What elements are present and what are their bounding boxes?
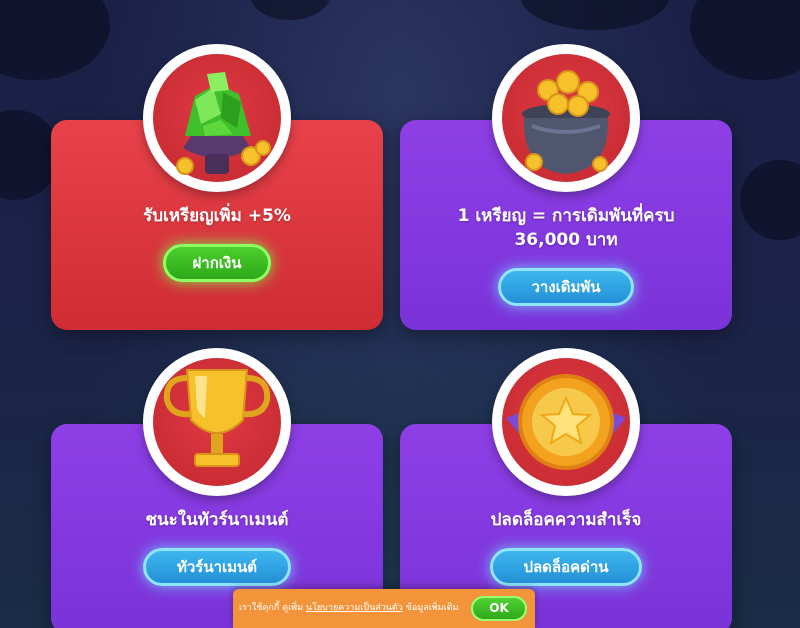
card-title-line2: 36,000 บาท: [514, 230, 618, 250]
tournament-button[interactable]: ทัวร์นาเมนต์: [143, 548, 291, 586]
card-title: ชนะในทัวร์นาเมนต์: [145, 510, 289, 530]
green-gems-bowl-icon: [176, 72, 271, 175]
unlock-level-button[interactable]: ปลดล็อคด่าน: [490, 548, 642, 586]
privacy-policy-link[interactable]: นโยบายความเป็นส่วนตัว: [306, 603, 403, 613]
star-badge-icon: [506, 374, 626, 470]
cookie-more-info: ข้อมูลเพิ่มเติม: [405, 603, 459, 613]
cookie-banner: เราใช้คุกกี้ ดูเพิ่ม นโยบายความเป็นส่วนต…: [233, 589, 535, 628]
cookie-text: เราใช้คุกกี้ ดูเพิ่ม: [239, 603, 304, 613]
coin-pot-icon: [522, 70, 610, 174]
card-title-line1: 1 เหรียญ = การเดิมพันที่ครบ: [457, 206, 675, 226]
medal-coin-pot: [492, 44, 640, 192]
place-bet-button[interactable]: วางเดิมพัน: [498, 268, 634, 306]
card-title: รับเหรียญเพิ่ม +5%: [143, 206, 291, 226]
medal-trophy: [143, 348, 291, 496]
deposit-button[interactable]: ฝากเงิน: [163, 244, 271, 282]
cookie-ok-button[interactable]: OK: [471, 596, 527, 621]
gold-trophy-icon: [163, 369, 271, 467]
medal-gems: [143, 44, 291, 192]
card-title: ปลดล็อคความสำเร็จ: [490, 510, 642, 530]
medal-star: [492, 348, 640, 496]
